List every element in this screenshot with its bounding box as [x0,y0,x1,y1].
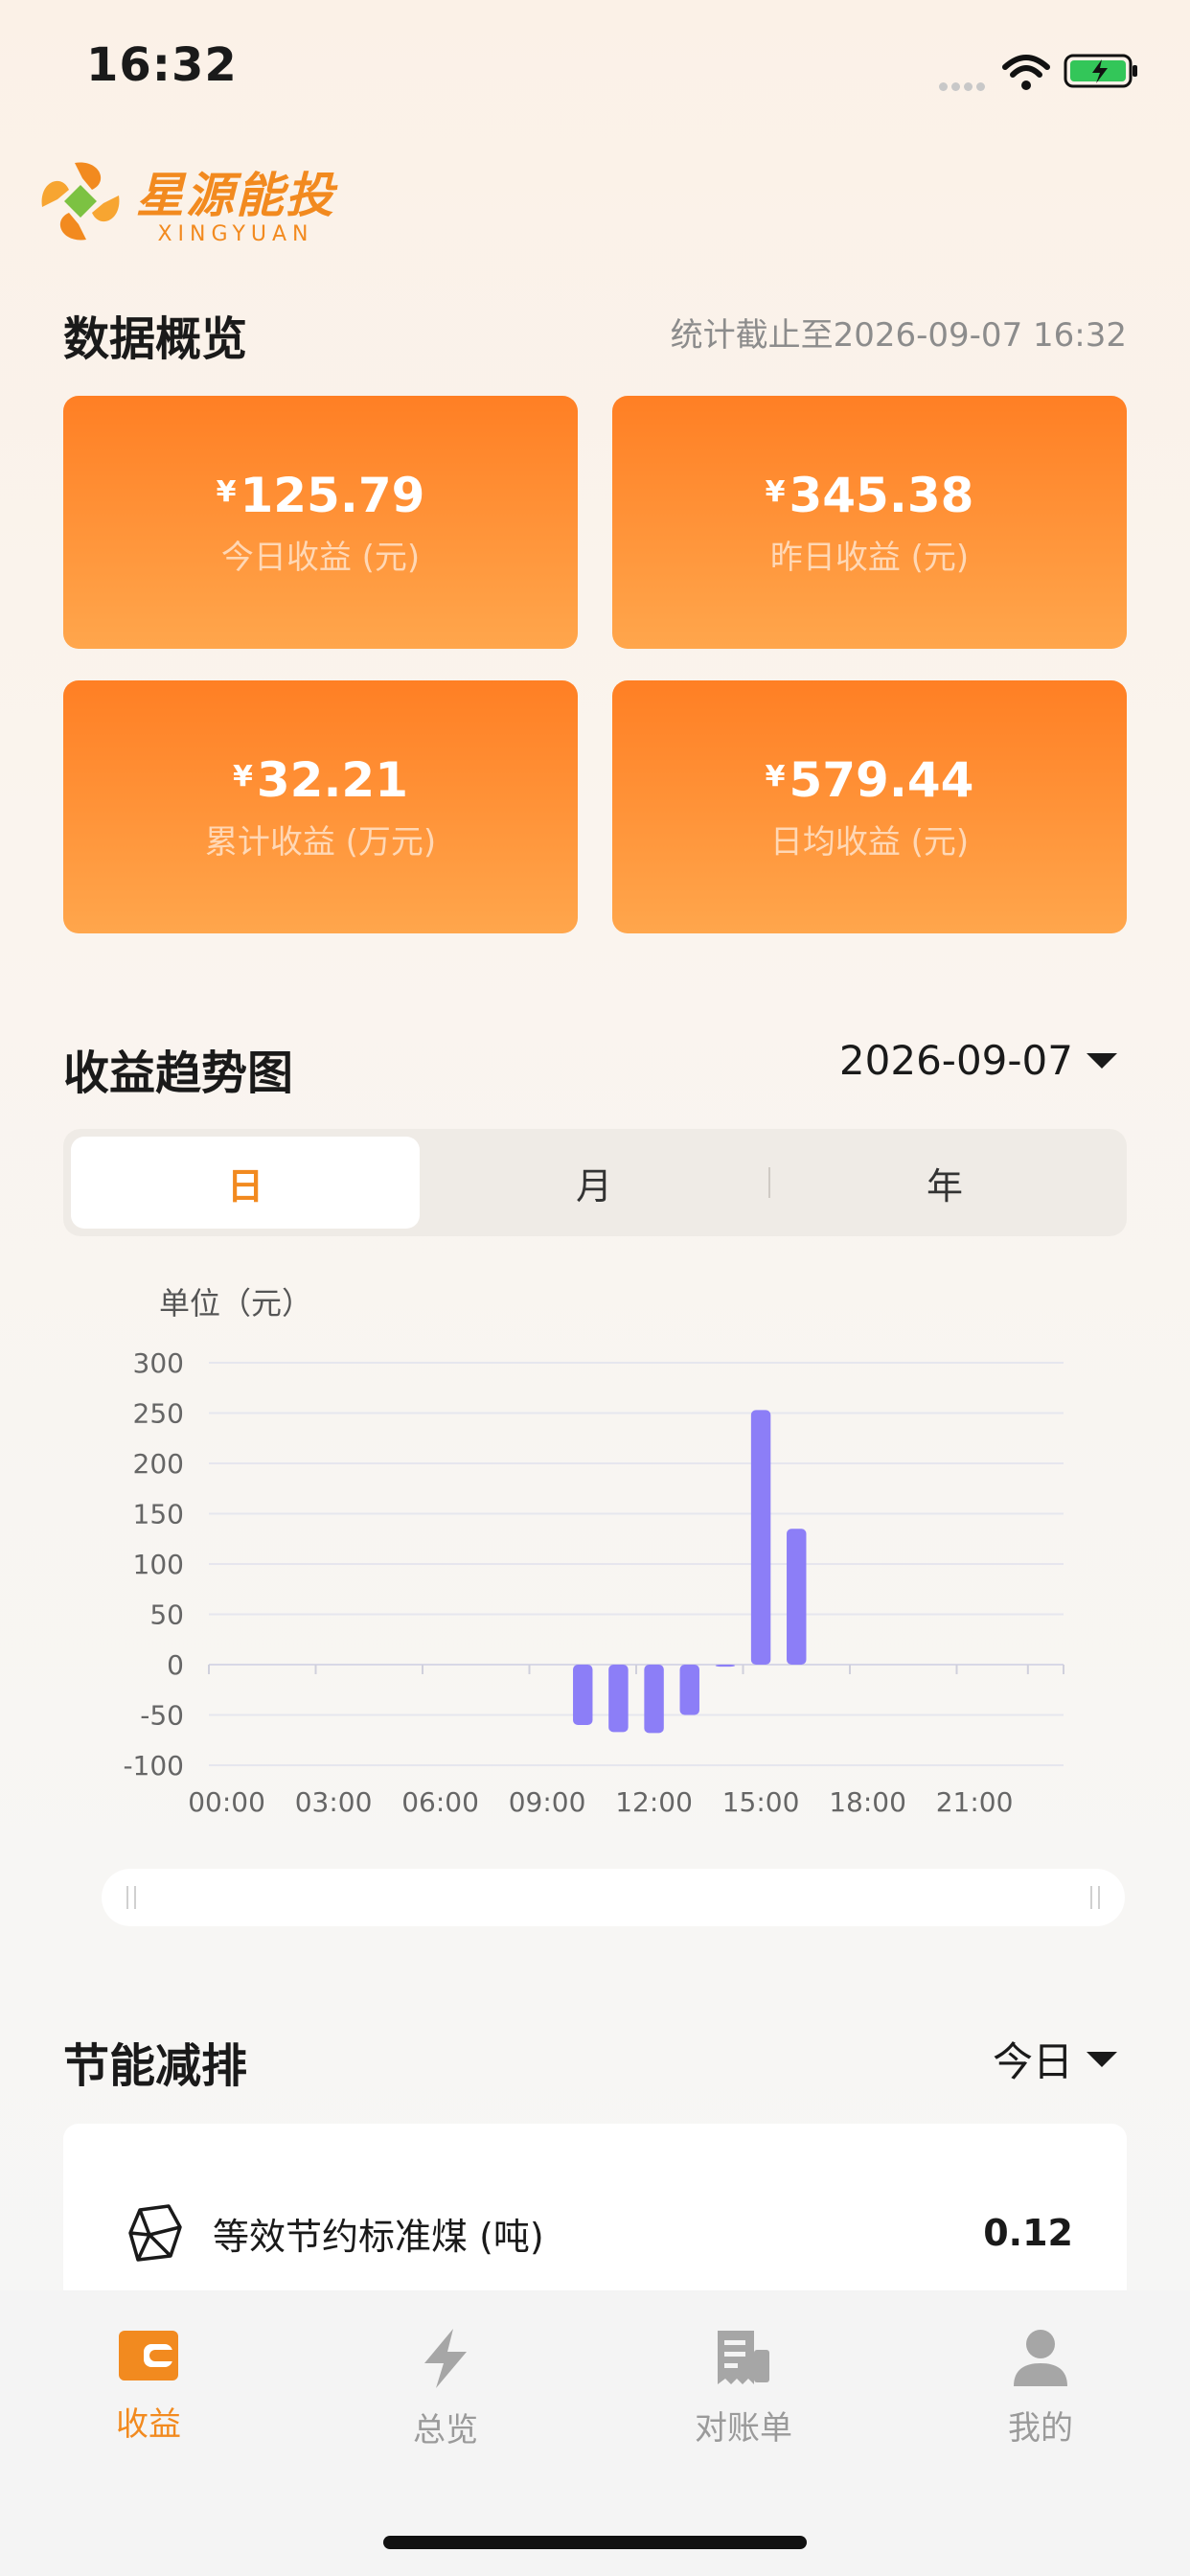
logo-subtitle: XINGYUAN [157,221,314,246]
home-indicator [383,2536,807,2549]
card-label: 今日收益 (元) [220,538,421,577]
currency-symbol: ¥ [765,474,786,509]
x-tick-label: 03:00 [295,1786,373,1818]
chart-bar [750,1410,771,1665]
coal-icon [128,2204,182,2262]
x-tick-label: 15:00 [722,1786,800,1818]
trend-date-value: 2026-09-07 [838,1037,1073,1084]
y-tick-label: 100 [133,1549,184,1580]
x-tick-label: 06:00 [401,1786,479,1818]
energy-item: 等效节约标准煤 (吨) 0.12 [126,2202,1073,2264]
currency-symbol: ¥ [232,759,253,794]
card-label: 日均收益 (元) [769,822,970,862]
chart-bar [787,1529,807,1665]
slider-left-handle[interactable] [126,1886,136,1909]
energy-item-value: 0.12 [983,2212,1073,2254]
caret-down-icon [1087,1052,1117,1069]
trend-title: 收益趋势图 [63,1046,294,1100]
y-tick-label: 300 [133,1347,184,1379]
logo-name: 星源能投 [136,167,335,223]
brand-logo: 星源能投 XINGYUAN [36,153,335,249]
y-tick-label: 50 [149,1599,184,1631]
energy-period-picker[interactable]: 今日 [993,2030,1117,2088]
wifi-icon [1002,55,1050,90]
x-tick-label: 00:00 [188,1786,265,1818]
daily-average-revenue-card[interactable]: ¥579.44 日均收益 (元) [612,680,1127,933]
overview-title: 数据概览 [63,312,248,366]
tab-year[interactable]: 年 [770,1137,1119,1229]
tab-revenue[interactable]: 收益 [62,2327,235,2445]
wallet-icon [119,2331,178,2380]
status-time: 16:32 [86,38,238,92]
x-tick-label: 09:00 [509,1786,586,1818]
currency-symbol: ¥ [765,759,786,794]
tab-overview[interactable]: 总览 [359,2327,532,2450]
card-value: 579.44 [789,751,974,808]
energy-title: 节能减排 [63,2039,248,2093]
card-value: 125.79 [240,467,425,523]
card-value: 345.38 [789,467,974,523]
tab-mine[interactable]: 我的 [954,2327,1127,2449]
y-tick-label: -100 [123,1750,184,1782]
x-tick-label: 12:00 [615,1786,693,1818]
tab-label: 我的 [1008,2409,1073,2448]
tab-label: 总览 [413,2411,478,2450]
y-tick-label: 0 [167,1649,184,1681]
chart-bar [715,1665,736,1668]
caret-down-icon [1087,2051,1117,2067]
battery-icon [1064,54,1137,88]
yesterday-revenue-card[interactable]: ¥345.38 昨日收益 (元) [612,396,1127,649]
tab-statement[interactable]: 对账单 [657,2327,830,2449]
energy-period-value: 今日 [992,2038,1073,2085]
period-segmented-control: 日 月 年 [63,1129,1127,1236]
chart-bar [644,1665,664,1734]
cellular-signal-icon [939,77,989,95]
trend-date-picker[interactable]: 2026-09-07 [839,1037,1117,1084]
tab-day[interactable]: 日 [71,1137,420,1229]
total-revenue-card[interactable]: ¥32.21 累计收益 (万元) [63,680,578,933]
revenue-bar-chart: 单位（元） 300 250 200 150 100 50 0 -50 -10000:00 03:00… [123,1285,1064,1818]
y-tick-label: 150 [133,1499,184,1530]
energy-item-label: 等效节约标准煤 (吨) [213,2215,544,2258]
card-label: 累计收益 (万元) [204,822,437,862]
card-value: 32.21 [256,751,409,808]
tab-month[interactable]: 月 [420,1137,768,1229]
tab-label: 收益 [116,2405,181,2444]
currency-symbol: ¥ [216,474,237,509]
receipt-icon [718,2331,769,2384]
lightning-icon [424,2329,467,2388]
chart-bar [608,1665,629,1733]
tab-label: 对账单 [695,2409,792,2448]
y-tick-label: 200 [133,1448,184,1480]
chart-bar [679,1665,699,1715]
user-icon [1014,2330,1067,2386]
y-tick-label: -50 [140,1700,184,1732]
logo-mark-icon [41,162,120,241]
x-tick-label: 18:00 [829,1786,906,1818]
overview-timestamp: 统计截止至2026-09-07 16:32 [670,316,1127,355]
x-tick-label: 21:00 [936,1786,1014,1818]
chart-zoom-slider[interactable] [102,1869,1125,1926]
card-label: 昨日收益 (元) [769,538,970,577]
chart-bar [573,1665,593,1725]
bottom-tab-bar: 收益 总览 对账单 我的 [0,2290,1190,2576]
chart-unit-label: 单位（元） [159,1285,312,1322]
slider-right-handle[interactable] [1090,1886,1100,1909]
y-tick-label: 250 [133,1398,184,1430]
today-revenue-card[interactable]: ¥125.79 今日收益 (元) [63,396,578,649]
